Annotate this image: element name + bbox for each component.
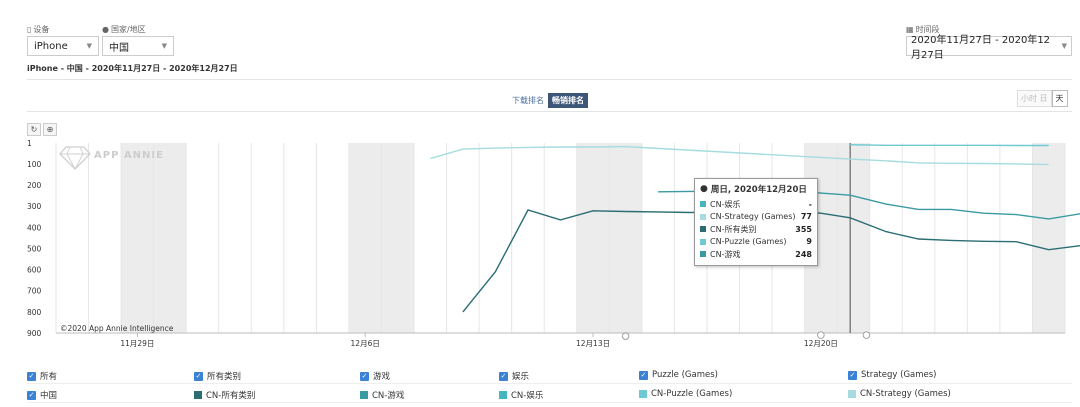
checkbox-icon[interactable]: ✓ <box>848 370 857 380</box>
y-tick-label: 900 <box>27 329 42 338</box>
legend-series-item[interactable]: CN-娱乐 <box>499 389 543 401</box>
legend-category-puzzle[interactable]: ✓ Puzzle (Games) <box>639 370 718 380</box>
legend-series-item[interactable]: CN-所有类别 <box>194 389 255 401</box>
y-tick-label: 200 <box>27 181 42 190</box>
legend-category-label: 游戏 <box>373 372 391 382</box>
x-tick-label: 12月13日 <box>576 339 610 348</box>
legend-series-label: CN-Puzzle (Games) <box>651 389 733 399</box>
tooltip-series-name: CN-Strategy (Games) <box>710 212 796 222</box>
legend-series-label: CN-娱乐 <box>511 391 544 401</box>
series-swatch <box>700 226 706 233</box>
series-swatch <box>499 391 507 399</box>
checkbox-icon[interactable]: ✓ <box>194 371 203 381</box>
tooltip-series-value: 77 <box>800 212 812 222</box>
checkbox-icon[interactable]: ✓ <box>639 370 648 380</box>
y-axis: 1 100 200 300 400 500 600 700 800 900 <box>27 139 42 338</box>
legend-category-label: 娱乐 <box>512 372 530 382</box>
legend-series-label: CN-Strategy (Games) <box>860 389 951 399</box>
x-tick-label: 12月20日 <box>804 339 838 348</box>
tooltip-row: CN-所有类别 355 <box>700 223 812 236</box>
series-swatch <box>700 238 706 245</box>
chart-tooltip: ● 周日, 2020年12月20日 CN-娱乐 - CN-Strategy (Gam… <box>694 178 818 266</box>
legend-series-item[interactable]: CN-游戏 <box>360 389 404 401</box>
checkbox-icon[interactable]: ✓ <box>499 371 508 381</box>
watermark-text: APP ANNIE <box>94 150 164 161</box>
series-swatch <box>360 391 368 399</box>
tooltip-series-value: 9 <box>806 237 812 247</box>
legend-category-label: 所有 <box>40 372 58 382</box>
weekend-band <box>1032 143 1065 333</box>
x-tick-label: 11月29日 <box>120 339 154 348</box>
y-tick-label: 700 <box>27 287 42 296</box>
tooltip-series-value: 248 <box>795 249 812 259</box>
legend-series-item[interactable]: CN-Strategy (Games) <box>848 389 951 399</box>
tooltip-date: 周日, 2020年12月20日 <box>710 185 807 195</box>
tooltip-row: CN-Strategy (Games) 77 <box>700 211 812 224</box>
legend-category-strategy[interactable]: ✓ Strategy (Games) <box>848 370 937 380</box>
series-swatch <box>700 201 706 208</box>
y-tick-label: 300 <box>27 202 42 211</box>
x-tick-label: 12月6日 <box>351 339 380 348</box>
diamond-logo-icon <box>59 146 91 170</box>
tooltip-series-name: CN-娱乐 <box>710 199 741 209</box>
event-marker-icon <box>817 331 825 339</box>
legend-series-label: CN-游戏 <box>372 391 405 401</box>
checkbox-icon[interactable]: ✓ <box>360 371 369 381</box>
series-line <box>850 144 1049 147</box>
legend-category-label: Puzzle (Games) <box>652 370 718 380</box>
tooltip-series-name: CN-Puzzle (Games) <box>710 237 787 247</box>
series-swatch <box>194 391 202 399</box>
copyright-text: ©2020 App Annie Intelligence <box>60 324 174 333</box>
legend-category-entertainment[interactable]: ✓ 娱乐 <box>499 370 529 382</box>
legend-category-label: Strategy (Games) <box>861 370 937 380</box>
legend-series-label: CN-所有类别 <box>206 391 256 401</box>
series-swatch <box>700 251 706 258</box>
series-swatch <box>848 390 856 398</box>
legend-category-label: 所有类别 <box>207 372 242 382</box>
tooltip-row: CN-Puzzle (Games) 9 <box>700 236 812 249</box>
y-tick-label: 1 <box>27 139 32 148</box>
weekend-bands <box>121 143 1065 333</box>
tooltip-series-name: CN-游戏 <box>710 249 741 259</box>
checkbox-icon[interactable]: ✓ <box>27 390 36 400</box>
y-tick-label: 600 <box>27 266 42 275</box>
globe-icon: ● <box>700 184 708 194</box>
tooltip-title: ● 周日, 2020年12月20日 <box>700 183 812 195</box>
event-marker-icon <box>621 332 630 340</box>
y-tick-label: 100 <box>27 160 42 169</box>
tooltip-row: CN-娱乐 - <box>700 198 812 211</box>
rank-chart[interactable]: APP ANNIE 1 100 200 300 400 500 600 700 800 900 1… <box>0 0 1080 360</box>
x-axis: 11月29日 12月6日 12月13日 12月20日 <box>120 333 838 348</box>
y-tick-label: 500 <box>27 244 42 253</box>
y-tick-label: 800 <box>27 308 42 317</box>
legend-category-all[interactable]: ✓ 所有 <box>27 370 57 382</box>
tooltip-series-value: - <box>808 199 812 209</box>
tooltip-row: CN-游戏 248 <box>700 248 812 261</box>
tooltip-series-name: CN-所有类别 <box>710 224 757 234</box>
legend-series-item[interactable]: CN-Puzzle (Games) <box>639 389 732 399</box>
series-swatch <box>700 213 706 220</box>
legend-categories: ✓ 所有 ✓ 所有类别 ✓ 游戏 ✓ 娱乐 ✓ Puzzle (Games) ✓ Strat… <box>27 367 1072 384</box>
legend-region-label: 中国 <box>40 391 58 401</box>
tooltip-series-value: 355 <box>795 224 812 234</box>
event-marker-icon <box>862 331 871 339</box>
legend-region-row: ✓ 中国 CN-所有类别 CN-游戏 CN-娱乐 CN-Puzzle (Games) CN… <box>27 386 1072 403</box>
legend-region-china[interactable]: ✓ 中国 <box>27 389 57 401</box>
legend-category-games[interactable]: ✓ 游戏 <box>360 370 390 382</box>
series-swatch <box>639 390 647 398</box>
y-tick-label: 400 <box>27 223 42 232</box>
checkbox-icon[interactable]: ✓ <box>27 371 36 381</box>
legend-category-all-categories[interactable]: ✓ 所有类别 <box>194 370 241 382</box>
